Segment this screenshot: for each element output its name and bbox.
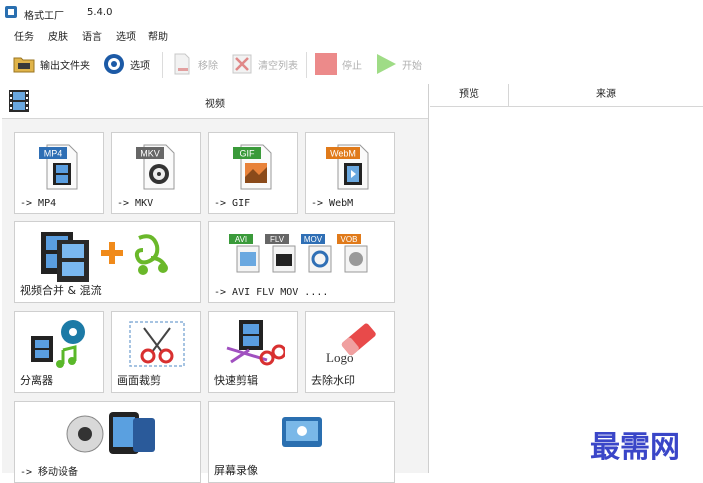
function-panel: 视频 MP4 -> MP4 MKV -> MKV GIF -> GIF WebM… [2, 84, 429, 483]
app-title: 格式工厂 [24, 11, 64, 22]
splitter-icon [31, 320, 85, 368]
menu-options[interactable]: 选项 [116, 28, 136, 43]
stop-icon [315, 53, 337, 75]
crop-scissors-icon [129, 321, 185, 367]
toolbar-separator [162, 52, 163, 78]
menu-task[interactable]: 任务 [14, 28, 34, 43]
tile-label: -> WebM [311, 198, 354, 209]
tile-remove-logo[interactable]: Logo 去除水印 [305, 311, 395, 393]
column-header-label: 预览 [459, 89, 479, 100]
remove-label: 移除 [198, 60, 218, 72]
clear-list-button[interactable]: 清空列表 [230, 50, 298, 78]
tile-to-webm[interactable]: WebM -> WebM [305, 132, 395, 214]
title-bar: 格式工厂 5.4.0 [0, 0, 703, 24]
menu-help[interactable]: 帮助 [148, 28, 168, 43]
watermark: 最需网 [590, 430, 680, 465]
mov-badge: MOV [304, 235, 323, 244]
output-folder-label: 输出文件夹 [40, 60, 90, 72]
remove-button[interactable]: 移除 [170, 50, 218, 78]
tile-label: -> 移动设备 [20, 467, 79, 478]
category-label: 视频 [205, 99, 225, 110]
document-remove-icon [174, 53, 190, 75]
tile-label: 画面裁剪 [117, 374, 161, 387]
start-button[interactable]: 开始 [374, 50, 422, 78]
column-header-label: 来源 [596, 89, 616, 100]
tile-to-multi-format[interactable]: AVI FLV MOV VOB -> AVI FLV MOV .... [208, 221, 395, 303]
quick-clip-icon [226, 320, 285, 366]
menu-skin[interactable]: 皮肤 [48, 28, 68, 43]
tile-screen-record[interactable]: 屏幕录像 [208, 401, 395, 483]
column-header-preview[interactable]: 预览 [430, 84, 509, 107]
tile-quick-clip[interactable]: 快速剪辑 [208, 311, 298, 393]
gif-file-icon: GIF [233, 144, 272, 190]
menu-bar: 任务 皮肤 语言 选项 帮助 [0, 24, 703, 44]
tile-splitter[interactable]: 分离器 [14, 311, 104, 393]
mp4-badge: MP4 [44, 149, 63, 159]
category-header-video[interactable]: 视频 [2, 84, 428, 119]
screen-record-icon [282, 417, 322, 447]
clear-list-label: 清空列表 [258, 60, 298, 72]
webm-file-icon: WebM [326, 144, 369, 190]
column-header-source[interactable]: 来源 [509, 84, 703, 107]
tile-label: 屏幕录像 [214, 464, 258, 477]
start-label: 开始 [402, 60, 422, 72]
mobile-device-icon [66, 412, 155, 454]
stop-label: 停止 [342, 60, 362, 72]
tile-crop[interactable]: 画面裁剪 [111, 311, 201, 393]
options-label: 选项 [130, 60, 150, 72]
mkv-badge: MKV [140, 149, 160, 159]
tile-label: -> AVI FLV MOV .... [214, 287, 329, 298]
tile-label: 快速剪辑 [214, 374, 258, 387]
tile-label: 去除水印 [311, 374, 355, 387]
flv-badge: FLV [270, 235, 285, 244]
eraser-icon: Logo [326, 323, 376, 365]
video-merge-icon [41, 232, 168, 282]
output-folder-button[interactable]: 输出文件夹 [12, 50, 90, 78]
mkv-file-icon: MKV [136, 144, 175, 190]
tile-to-mkv[interactable]: MKV -> MKV [111, 132, 201, 214]
tile-label: -> MP4 [20, 198, 57, 209]
options-icon [104, 54, 124, 74]
toolbar-separator [306, 52, 307, 78]
play-icon [377, 54, 396, 74]
folder-icon [13, 57, 35, 73]
stop-button[interactable]: 停止 [314, 50, 362, 78]
tile-label: 分离器 [20, 374, 53, 387]
task-list-panel: 预览 来源 [430, 84, 703, 473]
options-button[interactable]: 选项 [102, 50, 150, 78]
tile-to-mobile[interactable]: -> 移动设备 [14, 401, 201, 483]
multi-format-icon: AVI FLV MOV VOB [229, 234, 368, 273]
app-version: 5.4.0 [87, 7, 113, 18]
app-icon [5, 6, 17, 18]
tile-video-merge[interactable]: 视频合并 & 混流 [14, 221, 201, 303]
gif-badge: GIF [240, 149, 256, 159]
tile-label: -> GIF [214, 198, 251, 209]
clear-list-icon [232, 54, 252, 74]
menu-language[interactable]: 语言 [82, 28, 102, 43]
tile-to-gif[interactable]: GIF -> GIF [208, 132, 298, 214]
toolbar: 输出文件夹 选项 移除 清空列表 停止 开始 [0, 44, 430, 84]
avi-badge: AVI [235, 235, 247, 244]
tile-label: 视频合并 & 混流 [20, 284, 102, 297]
vob-badge: VOB [341, 235, 358, 244]
mp4-file-icon: MP4 [39, 144, 78, 190]
tile-label: -> MKV [117, 198, 154, 209]
webm-badge: WebM [330, 149, 356, 159]
tile-to-mp4[interactable]: MP4 -> MP4 [14, 132, 104, 214]
